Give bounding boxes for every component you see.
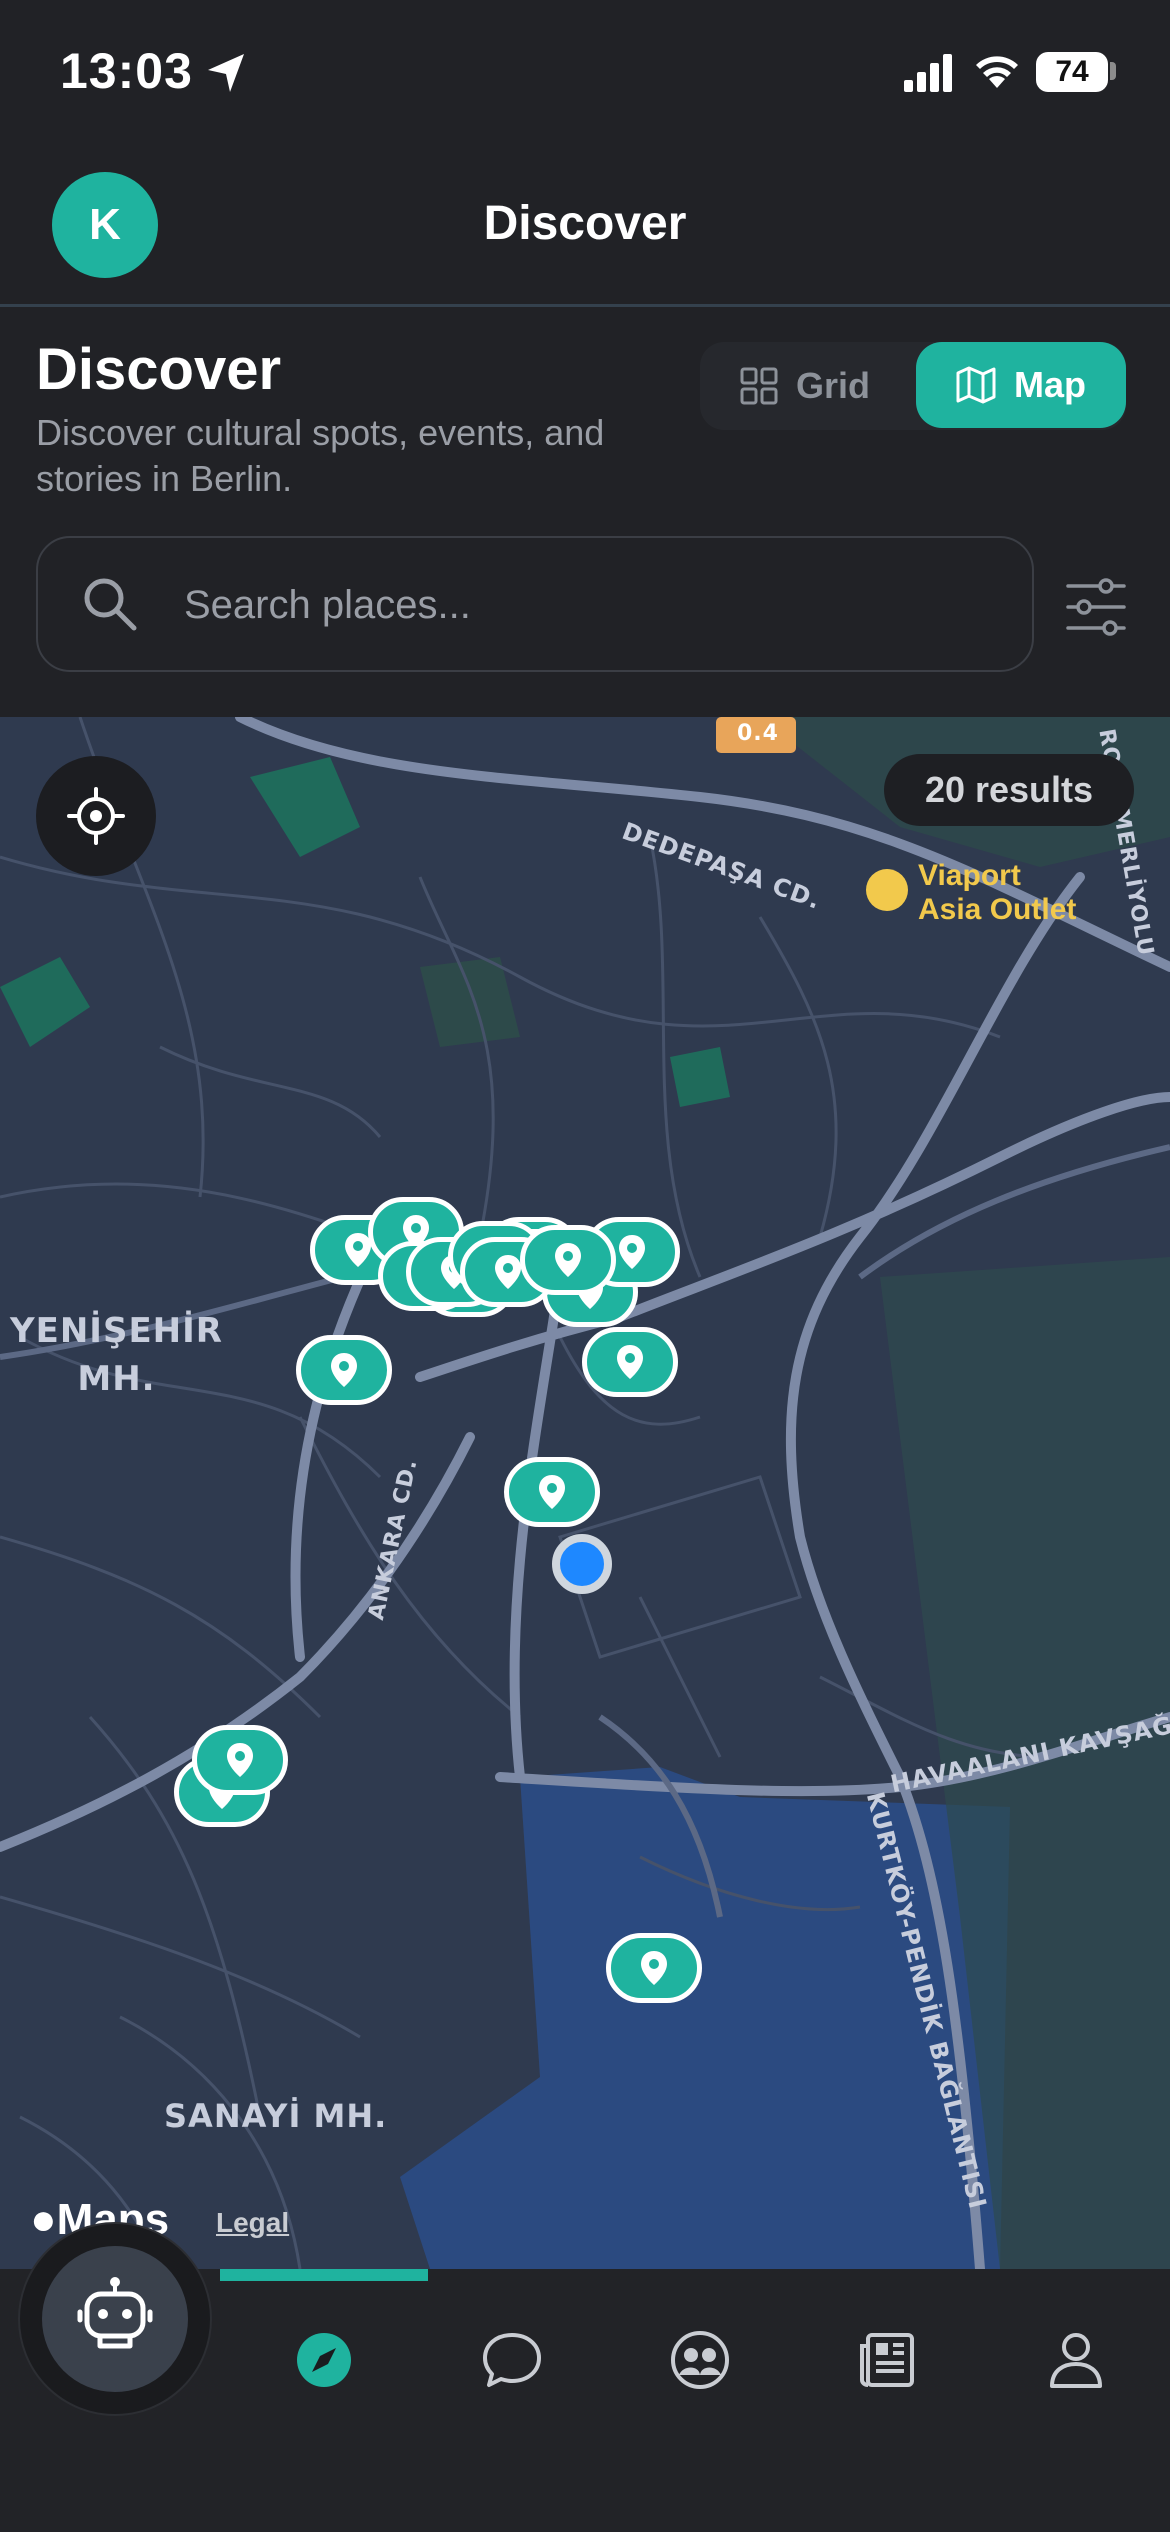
map-pin[interactable] — [582, 1327, 678, 1397]
chat-bubble-icon — [483, 2333, 541, 2387]
apple-logo-icon: ● — [30, 2195, 57, 2244]
tab-discover[interactable] — [284, 2320, 364, 2400]
status-time: 13:03 — [60, 43, 193, 99]
tab-profile[interactable] — [1036, 2320, 1116, 2400]
map-view-button[interactable]: Map — [916, 342, 1126, 428]
road-shield-label: 0.4 — [737, 721, 779, 746]
map-pin-icon — [619, 1235, 645, 1269]
map-pin[interactable] — [192, 1725, 288, 1795]
community-icon — [671, 2331, 729, 2389]
header-divider — [0, 304, 1170, 307]
search-input[interactable] — [182, 568, 1006, 642]
map-pin[interactable] — [504, 1457, 600, 1527]
search-icon — [84, 578, 137, 631]
results-count-badge: 20 results — [884, 754, 1134, 826]
wifi-icon — [976, 56, 1018, 88]
cellular-signal-icon — [904, 54, 952, 92]
map-view-label: Map — [1014, 364, 1086, 405]
filter-sliders-icon[interactable] — [1064, 578, 1128, 636]
map-pin-icon — [555, 1243, 581, 1277]
poi-label-viaport[interactable]: Viaport Asia Outlet — [918, 859, 1076, 927]
legal-link[interactable]: Legal — [216, 2207, 289, 2239]
header-title: Discover — [483, 197, 687, 250]
grid-icon — [740, 367, 778, 405]
location-arrow-icon — [208, 54, 244, 92]
map-view[interactable]: 0.4 DEDEPAŞA CD. ROY-ÖMERLİYOLU YENİŞEHİ… — [0, 717, 1170, 2269]
map-pin-icon — [617, 1345, 643, 1379]
shopping-bag-icon — [866, 869, 908, 911]
compass-icon — [297, 2333, 351, 2387]
map-pin-icon — [331, 1353, 357, 1387]
page-title: Discover — [36, 337, 282, 402]
map-pin[interactable] — [520, 1225, 616, 1295]
tab-community[interactable] — [660, 2320, 740, 2400]
map-pin-icon — [641, 1951, 667, 1985]
district-label-sanayi: SANAYİ MH. — [164, 2097, 388, 2135]
robot-icon — [77, 2277, 153, 2349]
map-pin[interactable] — [606, 1933, 702, 2003]
tab-news[interactable] — [848, 2320, 928, 2400]
crosshair-icon — [67, 787, 125, 845]
district-label-yenisehir: YENİŞEHİR MH. — [10, 1311, 223, 1399]
newspaper-icon — [860, 2333, 914, 2387]
map-pin[interactable] — [296, 1335, 392, 1405]
person-icon — [1050, 2333, 1102, 2388]
battery-tip — [1110, 62, 1116, 80]
battery-indicator: 74 — [1036, 52, 1108, 92]
map-pin-icon — [539, 1475, 565, 1509]
assistant-button[interactable] — [42, 2246, 188, 2392]
user-location-dot — [552, 1534, 612, 1594]
page-subtitle: Discover cultural spots, events, and sto… — [36, 412, 605, 499]
tab-chat[interactable] — [472, 2320, 552, 2400]
grid-view-button[interactable]: Grid — [740, 342, 870, 430]
map-icon — [956, 366, 996, 404]
grid-view-label: Grid — [796, 365, 871, 406]
active-tab-indicator — [220, 2269, 428, 2281]
map-pin-icon — [227, 1743, 253, 1777]
locate-me-button[interactable] — [36, 756, 156, 876]
